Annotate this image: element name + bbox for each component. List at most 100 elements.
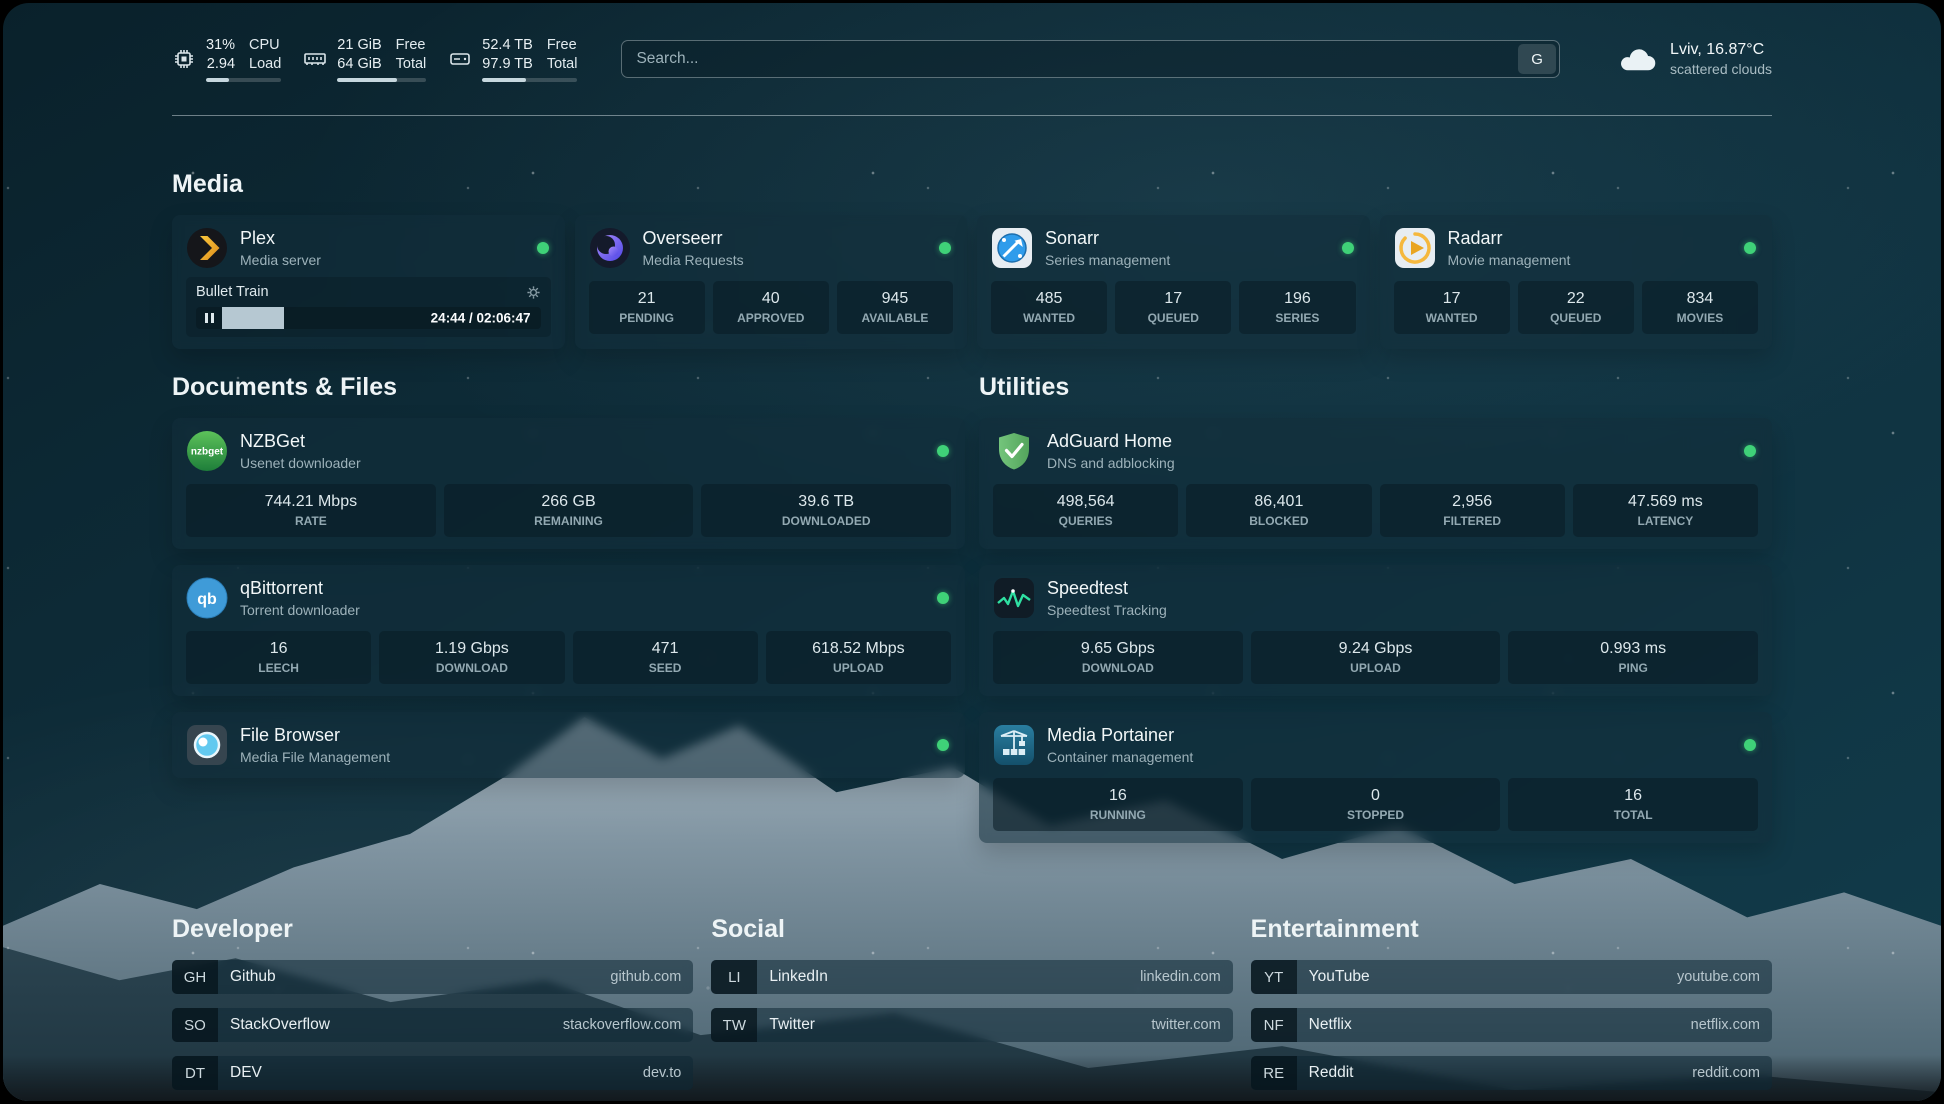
stat-value: 498,564 bbox=[997, 492, 1174, 512]
bookmark-stackoverflow[interactable]: SO StackOverflow stackoverflow.com bbox=[172, 1008, 693, 1042]
memory-widget: 21 GiB Free 64 GiB Total bbox=[303, 36, 426, 82]
stat-block: 2,956 FILTERED bbox=[1380, 484, 1565, 537]
service-name: File Browser bbox=[240, 725, 390, 746]
bookmark-netflix[interactable]: NF Netflix netflix.com bbox=[1251, 1008, 1772, 1042]
overseerr-card[interactable]: Overseerr Media Requests 21 PENDING 40 A… bbox=[575, 215, 968, 349]
stat-label: RATE bbox=[190, 514, 432, 529]
stat-block: 9.65 Gbps DOWNLOAD bbox=[993, 631, 1243, 684]
media-section: Media Plex Media server bbox=[172, 170, 1772, 349]
topbar-divider bbox=[172, 115, 1772, 116]
stat-value: 266 GB bbox=[448, 492, 690, 512]
gear-icon[interactable] bbox=[526, 285, 541, 300]
cpu-progress-bar bbox=[206, 78, 281, 82]
stat-label: LATENCY bbox=[1577, 514, 1754, 529]
service-name: Radarr bbox=[1448, 228, 1571, 249]
bookmark-reddit[interactable]: RE Reddit reddit.com bbox=[1251, 1056, 1772, 1090]
bookmark-name: YouTube bbox=[1297, 968, 1677, 986]
disk-total: 97.9 TB bbox=[482, 55, 533, 74]
bookmark-github[interactable]: GH Github github.com bbox=[172, 960, 693, 994]
stat-block: 618.52 Mbps UPLOAD bbox=[766, 631, 951, 684]
overseerr-icon bbox=[589, 227, 631, 269]
stat-label: FILTERED bbox=[1384, 514, 1561, 529]
stat-label: WANTED bbox=[1398, 311, 1506, 326]
memory-total: 64 GiB bbox=[337, 55, 381, 74]
stat-value: 39.6 TB bbox=[705, 492, 947, 512]
search-provider-button[interactable]: G bbox=[1518, 44, 1556, 74]
plex-card[interactable]: Plex Media server Bullet Train bbox=[172, 215, 565, 349]
status-dot bbox=[537, 242, 549, 254]
speedtest-card[interactable]: Speedtest Speedtest Tracking 9.65 Gbps D… bbox=[979, 565, 1772, 696]
bookmark-name: Github bbox=[218, 968, 610, 986]
adguard-card[interactable]: AdGuard Home DNS and adblocking 498,564 … bbox=[979, 418, 1772, 549]
stat-label: QUEUED bbox=[1522, 311, 1630, 326]
sonarr-icon bbox=[991, 227, 1033, 269]
sonarr-card[interactable]: Sonarr Series management 485 WANTED 17 Q… bbox=[977, 215, 1370, 349]
stat-block: 40 APPROVED bbox=[713, 281, 829, 334]
stat-block: 22 QUEUED bbox=[1518, 281, 1634, 334]
bookmark-dev[interactable]: DT DEV dev.to bbox=[172, 1056, 693, 1090]
cpu-label: CPU bbox=[249, 36, 281, 55]
weather-location: Lviv, 16.87°C bbox=[1670, 41, 1772, 59]
service-name: Speedtest bbox=[1047, 578, 1167, 599]
stat-label: DOWNLOADED bbox=[705, 514, 947, 529]
nzbget-card[interactable]: nzbget NZBGet Usenet downloader 744.21 M… bbox=[172, 418, 965, 549]
stat-label: REMAINING bbox=[448, 514, 690, 529]
svg-text:nzbget: nzbget bbox=[191, 447, 224, 458]
search-input[interactable] bbox=[622, 41, 1515, 77]
stat-value: 1.19 Gbps bbox=[383, 639, 560, 659]
stat-label: QUEUED bbox=[1119, 311, 1227, 326]
disk-progress-bar bbox=[482, 78, 577, 82]
portainer-card[interactable]: Media Portainer Container management 16 … bbox=[979, 712, 1772, 843]
stat-block: 471 SEED bbox=[573, 631, 758, 684]
bookmark-abbr: SO bbox=[172, 1008, 218, 1042]
stat-value: 744.21 Mbps bbox=[190, 492, 432, 512]
stat-label: PING bbox=[1512, 661, 1754, 676]
disk-free-label: Free bbox=[547, 36, 578, 55]
filebrowser-card[interactable]: File Browser Media File Management bbox=[172, 712, 965, 778]
stat-label: SERIES bbox=[1243, 311, 1351, 326]
stat-value: 471 bbox=[577, 639, 754, 659]
utilities-section: Utilities AdGuard Home DNS and adblockin… bbox=[979, 373, 1772, 859]
stat-value: 834 bbox=[1646, 289, 1754, 309]
stat-label: UPLOAD bbox=[1255, 661, 1497, 676]
disk-free: 52.4 TB bbox=[482, 36, 533, 55]
disk-widget: 52.4 TB Free 97.9 TB Total bbox=[448, 36, 577, 82]
radarr-card[interactable]: Radarr Movie management 17 WANTED 22 QUE… bbox=[1380, 215, 1773, 349]
bookmark-url: github.com bbox=[610, 969, 693, 985]
stat-block: 16 TOTAL bbox=[1508, 778, 1758, 831]
pause-button[interactable] bbox=[196, 307, 222, 329]
bookmark-url: youtube.com bbox=[1677, 969, 1772, 985]
status-dot bbox=[1744, 739, 1756, 751]
search-bar: G bbox=[621, 40, 1560, 78]
playback-progress-bar[interactable]: 24:44 / 02:06:47 bbox=[196, 307, 541, 329]
stat-label: QUERIES bbox=[997, 514, 1174, 529]
bookmark-abbr: RE bbox=[1251, 1056, 1297, 1090]
stat-value: 945 bbox=[841, 289, 949, 309]
stat-block: 196 SERIES bbox=[1239, 281, 1355, 334]
stat-value: 16 bbox=[1512, 786, 1754, 806]
service-subtitle: Media File Management bbox=[240, 749, 390, 765]
service-subtitle: Movie management bbox=[1448, 252, 1571, 268]
speedtest-icon bbox=[993, 577, 1035, 619]
system-widgets: 31% CPU 2.94 Load 21 GiB bbox=[172, 36, 577, 82]
status-dot bbox=[937, 739, 949, 751]
stat-block: 39.6 TB DOWNLOADED bbox=[701, 484, 951, 537]
service-name: Media Portainer bbox=[1047, 725, 1193, 746]
stat-block: 16 LEECH bbox=[186, 631, 371, 684]
stat-block: 21 PENDING bbox=[589, 281, 705, 334]
bookmark-abbr: TW bbox=[711, 1008, 757, 1042]
stat-block: 485 WANTED bbox=[991, 281, 1107, 334]
stat-block: 0.993 ms PING bbox=[1508, 631, 1758, 684]
stat-value: 16 bbox=[997, 786, 1239, 806]
bookmark-youtube[interactable]: YT YouTube youtube.com bbox=[1251, 960, 1772, 994]
bookmark-twitter[interactable]: TW Twitter twitter.com bbox=[711, 1008, 1232, 1042]
qbittorrent-card[interactable]: qb qBittorrent Torrent downloader 16 LEE… bbox=[172, 565, 965, 696]
entertainment-bookmarks: Entertainment YT YouTube youtube.com NF … bbox=[1251, 915, 1772, 1101]
service-name: NZBGet bbox=[240, 431, 361, 452]
radarr-icon bbox=[1394, 227, 1436, 269]
stat-block: 17 WANTED bbox=[1394, 281, 1510, 334]
status-dot bbox=[1342, 242, 1354, 254]
bookmark-linkedin[interactable]: LI LinkedIn linkedin.com bbox=[711, 960, 1232, 994]
portainer-icon bbox=[993, 724, 1035, 766]
stat-label: TOTAL bbox=[1512, 808, 1754, 823]
